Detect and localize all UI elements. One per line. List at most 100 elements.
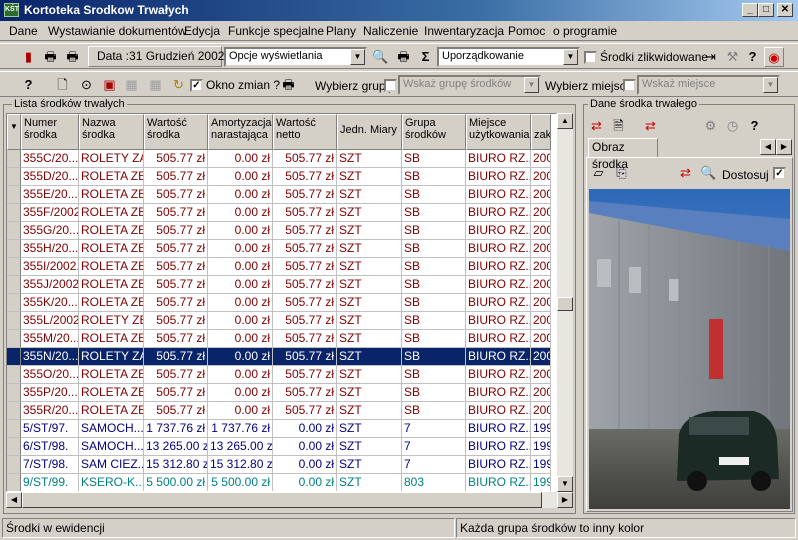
table-cell[interactable]: 7 xyxy=(402,420,466,438)
table-cell[interactable]: 355O/20... xyxy=(21,366,79,384)
table-cell[interactable]: 505.77 zł xyxy=(273,186,337,204)
table-cell[interactable]: 0.00 zł xyxy=(208,222,273,240)
scroll-down-icon[interactable]: ▼ xyxy=(557,476,573,492)
table-cell[interactable]: SB xyxy=(402,240,466,258)
table-cell[interactable]: 505.77 zł xyxy=(144,384,208,402)
table-cell[interactable]: BIURO RZ... xyxy=(466,240,531,258)
table-cell[interactable]: BIURO RZ... xyxy=(466,438,531,456)
print-list-icon[interactable]: 🖶 xyxy=(393,47,414,67)
table-cell[interactable]: SB xyxy=(402,186,466,204)
table-cell[interactable]: 355J/2002. xyxy=(21,276,79,294)
table-cell[interactable]: SB xyxy=(402,204,466,222)
scroll-up-icon[interactable]: ▲ xyxy=(557,113,573,129)
table-cell[interactable]: SZT xyxy=(337,222,402,240)
table-cell[interactable]: 505.77 zł xyxy=(144,204,208,222)
table-cell[interactable]: 2002 xyxy=(531,402,551,420)
table-cell[interactable]: 0.00 zł xyxy=(208,348,273,366)
col-grupa[interactable]: Grupa środków xyxy=(402,114,466,150)
table-cell[interactable]: 2002 xyxy=(531,168,551,186)
table-cell[interactable]: 2002 xyxy=(531,150,551,168)
table-cell[interactable]: 505.77 zł xyxy=(144,240,208,258)
table-cell[interactable]: SZT xyxy=(337,240,402,258)
date-display[interactable]: Data :31 Grudzień 2002 xyxy=(88,46,224,67)
table-row[interactable]: 355P/20...ROLETA ZE...505.77 zł0.00 zł50… xyxy=(7,384,551,402)
delete-icon[interactable]: ▣ xyxy=(99,75,120,95)
table-cell[interactable]: 5/ST/97. xyxy=(21,420,79,438)
row-indicator[interactable] xyxy=(7,420,21,438)
table-cell[interactable]: ROLETA ZE... xyxy=(79,168,144,186)
new-document-icon[interactable]: 🗋 xyxy=(52,75,73,95)
table-cell[interactable]: 505.77 zł xyxy=(273,240,337,258)
group-select[interactable]: Wskaż grupę środków ▼ xyxy=(398,75,541,95)
place-select[interactable]: Wskaż miejsce ▼ xyxy=(637,75,780,95)
export-icon[interactable]: ⇥ xyxy=(700,47,721,67)
hscroll-thumb[interactable] xyxy=(22,492,542,508)
table-cell[interactable]: SB xyxy=(402,258,466,276)
table-cell[interactable]: 355K/20... xyxy=(21,294,79,312)
row-indicator[interactable] xyxy=(7,402,21,420)
table-row[interactable]: 355K/20...ROLETA ZE...505.77 zł0.00 zł50… xyxy=(7,294,551,312)
chevron-down-icon[interactable]: ▼ xyxy=(563,49,578,65)
table-cell[interactable]: BIURO RZ... xyxy=(466,294,531,312)
table-cell[interactable]: 355F/2002. xyxy=(21,204,79,222)
table-cell[interactable]: 2002 xyxy=(531,312,551,330)
table-cell[interactable]: SAM CIEZ... xyxy=(79,456,144,474)
table-cell[interactable]: 505.77 zł xyxy=(273,312,337,330)
print-preview-icon[interactable]: 🖶 xyxy=(62,47,83,67)
table-row[interactable]: 355H/20...ROLETA ZE...505.77 zł0.00 zł50… xyxy=(7,240,551,258)
table-cell[interactable]: KSERO-K... xyxy=(79,474,144,491)
table-row[interactable]: 355R/20...ROLETA ZE...505.77 zł0.00 zł50… xyxy=(7,402,551,420)
table-cell[interactable]: SB xyxy=(402,330,466,348)
table-cell[interactable]: 7 xyxy=(402,438,466,456)
table-cell[interactable]: 0.00 zł xyxy=(208,366,273,384)
col-wartosc[interactable]: Wartość środka xyxy=(144,114,208,150)
table-cell[interactable]: BIURO RZ... xyxy=(466,474,531,491)
table-cell[interactable]: SZT xyxy=(337,150,402,168)
tools-icon[interactable]: ⚒ xyxy=(722,47,743,67)
table-cell[interactable]: BIURO RZ... xyxy=(466,456,531,474)
changes-window-checkbox[interactable]: ✓ xyxy=(190,79,203,92)
clock-icon[interactable]: ◷ xyxy=(722,116,743,136)
table-cell[interactable]: ROLETY ZA... xyxy=(79,150,144,168)
table-cell[interactable]: 505.77 zł xyxy=(273,168,337,186)
table-cell[interactable]: BIURO RZ... xyxy=(466,204,531,222)
table-cell[interactable]: BIURO RZ... xyxy=(466,186,531,204)
table-cell[interactable]: SAMOCH... xyxy=(79,438,144,456)
table-cell[interactable]: 355G/20... xyxy=(21,222,79,240)
table-cell[interactable]: ROLETA ZE... xyxy=(79,258,144,276)
table-cell[interactable]: 1 737.76 zł xyxy=(208,420,273,438)
table-row[interactable]: 355G/20...ROLETA ZE...505.77 zł0.00 zł50… xyxy=(7,222,551,240)
table-cell[interactable]: 2002 xyxy=(531,204,551,222)
menu-funkcje[interactable]: Funkcje specjalne xyxy=(228,24,324,38)
table-cell[interactable]: 9/ST/99. xyxy=(21,474,79,491)
col-zakup[interactable]: zaku xyxy=(531,114,551,150)
print-icon[interactable]: 🖶 xyxy=(40,47,61,67)
table-cell[interactable]: 505.77 zł xyxy=(273,294,337,312)
table-cell[interactable]: 0.00 zł xyxy=(208,186,273,204)
table-cell[interactable]: BIURO RZ... xyxy=(466,222,531,240)
table-cell[interactable]: 355N/20... xyxy=(21,348,79,366)
fit-transfer-icon[interactable]: ⇄ xyxy=(675,163,696,183)
table-cell[interactable]: 505.77 zł xyxy=(144,276,208,294)
table-cell[interactable]: ROLETA ZE... xyxy=(79,204,144,222)
table-cell[interactable]: 13 265.00 zł xyxy=(208,438,273,456)
table-cell[interactable]: 355M/20... xyxy=(21,330,79,348)
table-cell[interactable]: 505.77 zł xyxy=(144,330,208,348)
table-cell[interactable]: 0.00 zł xyxy=(208,258,273,276)
help-detail-icon[interactable]: ? xyxy=(744,116,765,136)
open-image-icon[interactable]: ▱ xyxy=(588,163,609,183)
table-row[interactable]: 9/ST/99. KSERO-K... 5 500.00 zł 5 500.00 zł… xyxy=(7,474,551,491)
row-indicator[interactable] xyxy=(7,294,21,312)
table-cell[interactable]: 355C/20... xyxy=(21,150,79,168)
table-cell[interactable]: 505.77 zł xyxy=(273,222,337,240)
table-cell[interactable]: BIURO RZ... xyxy=(466,330,531,348)
table-cell[interactable]: 0.00 zł xyxy=(208,276,273,294)
table-cell[interactable]: BIURO RZ... xyxy=(466,276,531,294)
col-nazwa[interactable]: Nazwa środka xyxy=(79,114,144,150)
table-cell[interactable]: 1998 xyxy=(531,438,551,456)
table-cell[interactable]: 0.00 zł xyxy=(273,420,337,438)
table-cell[interactable]: 355E/20... xyxy=(21,186,79,204)
row-indicator[interactable] xyxy=(7,438,21,456)
menu-edycja[interactable]: Edycja xyxy=(184,24,220,38)
menu-plany[interactable]: Plany xyxy=(326,24,356,38)
